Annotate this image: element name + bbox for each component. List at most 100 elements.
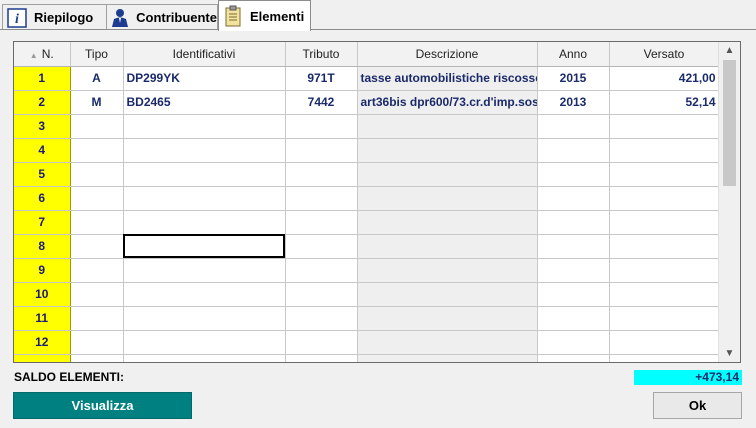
col-header-descrizione[interactable]: Descrizione xyxy=(357,42,538,67)
cell-descrizione[interactable] xyxy=(357,186,538,211)
scroll-down-icon[interactable]: ▼ xyxy=(719,345,740,362)
cell-anno[interactable] xyxy=(537,282,610,307)
cell-anno[interactable] xyxy=(537,330,610,355)
cell-tipo[interactable] xyxy=(70,234,124,259)
cell-identificativi[interactable]: BD2465 xyxy=(123,90,286,115)
cell-versato[interactable] xyxy=(609,330,720,355)
cell-tipo[interactable] xyxy=(70,114,124,139)
table-row[interactable]: 8 xyxy=(14,234,720,259)
col-header-n[interactable]: ▲ N. xyxy=(14,42,71,67)
cell-tipo[interactable] xyxy=(70,306,124,331)
cell-tipo[interactable] xyxy=(70,162,124,187)
table-row[interactable]: 6 xyxy=(14,186,720,211)
cell-n[interactable]: 9 xyxy=(14,258,71,283)
scroll-thumb[interactable] xyxy=(723,60,736,186)
cell-versato[interactable] xyxy=(609,114,720,139)
cell-identificativi[interactable]: DP299YK xyxy=(123,66,286,91)
cell-anno[interactable]: 2015 xyxy=(537,66,610,91)
cell-versato[interactable] xyxy=(609,210,720,235)
table-row[interactable]: 11 xyxy=(14,306,720,331)
table-row[interactable]: 12 xyxy=(14,330,720,355)
cell-anno[interactable] xyxy=(537,162,610,187)
cell-identificativi[interactable] xyxy=(123,330,286,355)
col-header-anno[interactable]: Anno xyxy=(537,42,610,67)
table-row[interactable]: 10 xyxy=(14,282,720,307)
cell-anno[interactable] xyxy=(537,234,610,259)
table-row[interactable]: 2 M BD2465 7442 art36bis dpr600/73.cr.d'imp.… xyxy=(14,90,720,115)
cell-versato[interactable] xyxy=(609,354,720,362)
cell-identificativi[interactable] xyxy=(123,234,286,259)
tab-elementi[interactable]: Elementi xyxy=(218,0,311,31)
cell-tipo[interactable] xyxy=(70,138,124,163)
cell-tipo[interactable] xyxy=(70,330,124,355)
cell-tipo[interactable]: A xyxy=(70,66,124,91)
cell-tributo[interactable] xyxy=(285,330,358,355)
visualizza-button[interactable]: Visualizza xyxy=(13,392,192,419)
cell-tributo[interactable] xyxy=(285,186,358,211)
cell-descrizione[interactable] xyxy=(357,330,538,355)
cell-anno[interactable] xyxy=(537,114,610,139)
cell-identificativi[interactable] xyxy=(123,210,286,235)
ok-button[interactable]: Ok xyxy=(653,392,742,419)
cell-identificativi[interactable] xyxy=(123,354,286,362)
cell-n[interactable]: 2 xyxy=(14,90,71,115)
cell-anno[interactable] xyxy=(537,306,610,331)
cell-n[interactable]: 11 xyxy=(14,306,71,331)
cell-tipo[interactable] xyxy=(70,354,124,362)
col-header-identificativi[interactable]: Identificativi xyxy=(123,42,286,67)
table-row[interactable]: 9 xyxy=(14,258,720,283)
cell-n[interactable]: 5 xyxy=(14,162,71,187)
cell-tributo[interactable] xyxy=(285,114,358,139)
cell-versato[interactable]: 52,14 xyxy=(609,90,720,115)
cell-versato[interactable] xyxy=(609,258,720,283)
cell-tributo[interactable] xyxy=(285,282,358,307)
cell-tributo[interactable] xyxy=(285,234,358,259)
cell-tributo[interactable] xyxy=(285,306,358,331)
cell-tipo[interactable]: M xyxy=(70,90,124,115)
cell-n[interactable]: 6 xyxy=(14,186,71,211)
cell-anno[interactable] xyxy=(537,138,610,163)
col-header-tipo[interactable]: Tipo xyxy=(70,42,124,67)
cell-descrizione[interactable] xyxy=(357,114,538,139)
cell-n[interactable]: 8 xyxy=(14,234,71,259)
cell-identificativi[interactable] xyxy=(123,186,286,211)
cell-descrizione[interactable] xyxy=(357,258,538,283)
cell-n[interactable]: 3 xyxy=(14,114,71,139)
table-row[interactable]: 3 xyxy=(14,114,720,139)
cell-descrizione[interactable]: art36bis dpr600/73.cr.d'imp.sost./ xyxy=(357,90,538,115)
cell-identificativi[interactable] xyxy=(123,114,286,139)
tab-contribuente[interactable]: Contribuente xyxy=(106,4,218,30)
table-row[interactable]: 1 A DP299YK 971T tasse automobilistiche risc… xyxy=(14,66,720,91)
cell-descrizione[interactable] xyxy=(357,162,538,187)
cell-n[interactable]: 7 xyxy=(14,210,71,235)
cell-versato[interactable] xyxy=(609,234,720,259)
cell-tributo[interactable]: 971T xyxy=(285,66,358,91)
table-row[interactable]: 4 xyxy=(14,138,720,163)
cell-tipo[interactable] xyxy=(70,258,124,283)
table-row[interactable]: 5 xyxy=(14,162,720,187)
cell-n[interactable]: 4 xyxy=(14,138,71,163)
scroll-up-icon[interactable]: ▲ xyxy=(719,42,740,59)
col-header-versato[interactable]: Versato xyxy=(609,42,720,67)
cell-anno[interactable] xyxy=(537,210,610,235)
cell-n[interactable]: 1 xyxy=(14,66,71,91)
cell-identificativi[interactable] xyxy=(123,138,286,163)
table-row[interactable]: 7 xyxy=(14,210,720,235)
cell-n[interactable]: 12 xyxy=(14,330,71,355)
table-row[interactable] xyxy=(14,354,720,362)
cell-tipo[interactable] xyxy=(70,210,124,235)
cell-versato[interactable] xyxy=(609,138,720,163)
cell-descrizione[interactable] xyxy=(357,234,538,259)
cell-n[interactable]: 10 xyxy=(14,282,71,307)
cell-anno[interactable] xyxy=(537,354,610,362)
cell-identificativi[interactable] xyxy=(123,258,286,283)
cell-tributo[interactable] xyxy=(285,258,358,283)
elementi-grid[interactable]: ▲ N. Tipo Identificativi Tributo Descrizi… xyxy=(13,41,741,363)
vertical-scrollbar[interactable]: ▲ ▼ xyxy=(718,42,740,362)
cell-tributo[interactable] xyxy=(285,354,358,362)
cell-anno[interactable] xyxy=(537,186,610,211)
cell-identificativi[interactable] xyxy=(123,306,286,331)
cell-versato[interactable] xyxy=(609,282,720,307)
cell-tributo[interactable]: 7442 xyxy=(285,90,358,115)
cell-descrizione[interactable] xyxy=(357,306,538,331)
